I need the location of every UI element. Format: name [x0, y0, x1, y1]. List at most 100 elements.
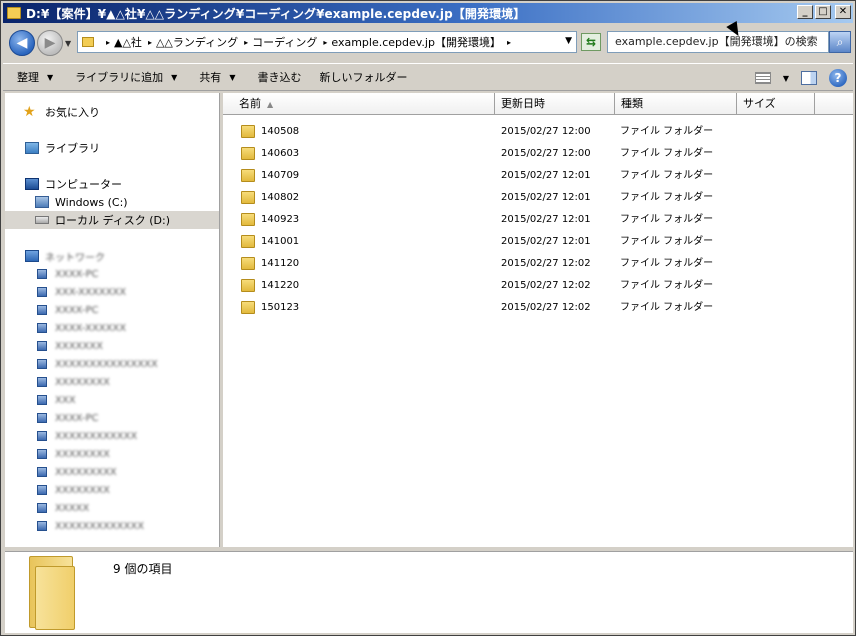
nav-label: XXXXXXXXXXXXXXX	[55, 358, 158, 370]
search-input[interactable]: example.cepdev.jp【開発環境】の検索	[607, 31, 829, 53]
nav-drive-d[interactable]: ローカル ディスク (D:)	[5, 211, 219, 229]
chevron-right-icon[interactable]: ▸	[507, 38, 511, 47]
nav-network-computer[interactable]: XXXX-PC	[5, 265, 219, 283]
nav-network-computer[interactable]: XXXXXXXX	[5, 481, 219, 499]
nav-network-computer[interactable]: XXXXXXXX	[5, 373, 219, 391]
file-name: 150123	[261, 302, 300, 313]
address-bar[interactable]: ▸ ▲△社 ▸ △△ランディング ▸ コーディング ▸ example.cepd…	[77, 31, 577, 53]
chevron-right-icon[interactable]: ▸	[148, 38, 152, 47]
file-name: 141120	[261, 258, 300, 269]
computer-icon	[37, 377, 47, 387]
file-type: ファイル フォルダー	[620, 148, 714, 159]
table-row[interactable]: 140508 2015/02/27 12:00 ファイル フォルダー	[223, 121, 853, 143]
address-dropdown-button[interactable]: ▼	[565, 36, 572, 46]
table-row[interactable]: 150123 2015/02/27 12:02 ファイル フォルダー	[223, 297, 853, 319]
nav-network-computer[interactable]: XXXXXXXXXXXX	[5, 427, 219, 445]
nav-network-computer[interactable]: XXXX-PC	[5, 301, 219, 319]
computer-icon	[37, 395, 47, 405]
table-row[interactable]: 141001 2015/02/27 12:01 ファイル フォルダー	[223, 231, 853, 253]
organize-button[interactable]: 整理 ▼	[17, 69, 53, 85]
file-date: 2015/02/27 12:00	[501, 126, 591, 137]
nav-drive-c[interactable]: Windows (C:)	[5, 193, 219, 211]
file-name: 140709	[261, 170, 300, 181]
address-row: ◀ ▶ ▼ ▸ ▲△社 ▸ △△ランディング ▸ コーディング ▸ exampl…	[3, 25, 853, 61]
breadcrumb-item[interactable]: example.cepdev.jp【開発環境】	[331, 34, 501, 50]
nav-network-computer[interactable]: XXXX-PC	[5, 409, 219, 427]
column-header-type[interactable]: 種類	[615, 93, 737, 115]
nav-network-computer[interactable]: XXXXXXX	[5, 337, 219, 355]
refresh-button[interactable]: ⇆	[581, 33, 601, 51]
preview-pane-icon[interactable]	[801, 71, 817, 85]
new-folder-button[interactable]: 新しいフォルダー	[319, 69, 407, 85]
table-row[interactable]: 140802 2015/02/27 12:01 ファイル フォルダー	[223, 187, 853, 209]
nav-network-computer[interactable]: XXXXXXXXXXXXX	[5, 517, 219, 535]
nav-network-computer[interactable]: XXXXXXXXXXXXXXX	[5, 355, 219, 373]
file-type: ファイル フォルダー	[620, 126, 714, 137]
refresh-icon: ⇆	[585, 35, 597, 49]
back-button[interactable]: ◀	[9, 30, 35, 56]
file-name: 140802	[261, 192, 300, 203]
nav-libraries[interactable]: ライブラリ	[5, 139, 219, 157]
table-row[interactable]: 140923 2015/02/27 12:01 ファイル フォルダー	[223, 209, 853, 231]
close-button[interactable]: ✕	[835, 5, 851, 19]
search-icon: ⌕	[836, 35, 844, 49]
file-type: ファイル フォルダー	[620, 258, 714, 269]
nav-network-computer[interactable]: XXXXXXXXX	[5, 463, 219, 481]
forward-button[interactable]: ▶	[37, 30, 63, 56]
nav-network-computer[interactable]: XXX-XXXXXXX	[5, 283, 219, 301]
nav-label: XXXXX	[55, 502, 90, 514]
view-options-dropdown[interactable]: ▼	[783, 74, 789, 83]
nav-favorites[interactable]: ★ お気に入り	[5, 103, 219, 121]
nav-network[interactable]: ネットワーク	[5, 247, 219, 265]
explorer-window: D:¥【案件】¥▲△社¥△△ランディング¥コーディング¥example.cepd…	[0, 0, 856, 636]
table-row[interactable]: 140709 2015/02/27 12:01 ファイル フォルダー	[223, 165, 853, 187]
nav-computer[interactable]: コンピューター	[5, 175, 219, 193]
table-row[interactable]: 140603 2015/02/27 12:00 ファイル フォルダー	[223, 143, 853, 165]
chevron-right-icon[interactable]: ▸	[323, 38, 327, 47]
file-name: 141001	[261, 236, 300, 247]
chevron-right-icon[interactable]: ▸	[106, 38, 110, 47]
file-type: ファイル フォルダー	[620, 170, 714, 181]
nav-label: ネットワーク	[45, 252, 105, 264]
nav-network-computer[interactable]: XXX	[5, 391, 219, 409]
nav-label: XXXX-PC	[55, 304, 99, 316]
computer-icon	[37, 431, 47, 441]
folder-icon	[82, 37, 94, 47]
add-to-library-label: ライブラリに追加	[75, 71, 164, 84]
nav-label: XXX-XXXXXXX	[55, 286, 127, 298]
folder-icon	[241, 125, 255, 138]
nav-label: XXXX-XXXXXX	[55, 322, 127, 334]
file-date: 2015/02/27 12:01	[501, 170, 591, 181]
nav-label: ライブラリ	[45, 142, 100, 155]
breadcrumb-item[interactable]: コーディング	[252, 34, 317, 50]
nav-label: コンピューター	[45, 178, 122, 191]
maximize-button[interactable]: □	[815, 5, 831, 19]
share-button[interactable]: 共有 ▼	[199, 69, 235, 85]
column-header-date[interactable]: 更新日時	[495, 93, 615, 115]
nav-network-computer[interactable]: XXXX-XXXXXX	[5, 319, 219, 337]
burn-button[interactable]: 書き込む	[257, 69, 301, 85]
file-date: 2015/02/27 12:02	[501, 302, 591, 313]
table-row[interactable]: 141220 2015/02/27 12:02 ファイル フォルダー	[223, 275, 853, 297]
nav-network-computer[interactable]: XXXXX	[5, 499, 219, 517]
folder-icon	[241, 235, 255, 248]
view-icon[interactable]	[754, 72, 771, 84]
file-name: 140603	[261, 148, 300, 159]
title-bar[interactable]: D:¥【案件】¥▲△社¥△△ランディング¥コーディング¥example.cepd…	[3, 3, 853, 23]
chevron-down-icon: ▼	[47, 72, 54, 82]
breadcrumb-item[interactable]: ▲△社	[114, 34, 142, 50]
help-icon[interactable]: ?	[829, 69, 847, 87]
column-header-name[interactable]: 名前 ▲	[223, 93, 495, 115]
nav-label: XXXX-PC	[55, 412, 99, 424]
folder-icon	[241, 213, 255, 226]
recent-pages-dropdown[interactable]: ▼	[65, 39, 71, 48]
add-to-library-button[interactable]: ライブラリに追加 ▼	[75, 69, 177, 85]
breadcrumb-item[interactable]: △△ランディング	[156, 34, 238, 50]
share-label: 共有	[199, 71, 222, 84]
chevron-right-icon[interactable]: ▸	[244, 38, 248, 47]
search-button[interactable]: ⌕	[829, 31, 851, 53]
table-row[interactable]: 141120 2015/02/27 12:02 ファイル フォルダー	[223, 253, 853, 275]
column-header-size[interactable]: サイズ	[737, 93, 815, 115]
nav-network-computer[interactable]: XXXXXXXX	[5, 445, 219, 463]
minimize-button[interactable]: _	[797, 5, 813, 19]
